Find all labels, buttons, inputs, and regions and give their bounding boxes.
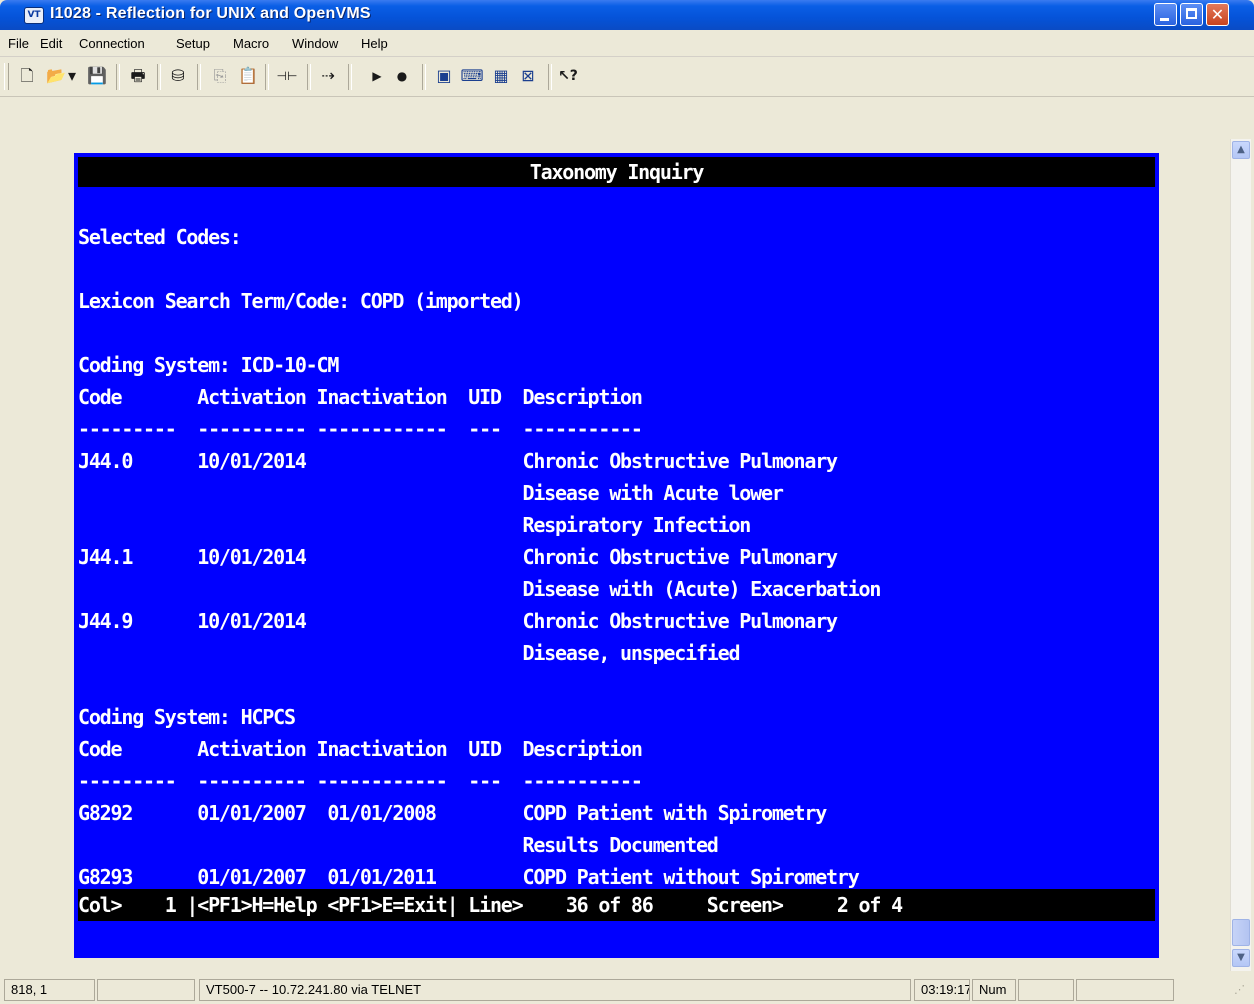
connect-plug-icon[interactable]: ⊣⊢: [275, 65, 299, 87]
terminal-line: --------- ---------- ------------ --- --…: [78, 769, 643, 793]
status-bar: 818, 1 VT500-7 -- 10.72.241.80 via TELNE…: [0, 973, 1254, 1004]
terminal-line: Disease with (Acute) Exacerbation: [78, 577, 881, 601]
terminal-screen[interactable]: Taxonomy Inquiry Selected Codes: Lexicon…: [74, 153, 1159, 958]
find-binoculars-icon[interactable]: ⛁: [166, 65, 190, 87]
terminal-line: Disease with Acute lower: [78, 481, 783, 505]
menu-connection[interactable]: Connection: [79, 36, 145, 51]
terminal-line: J44.0 10/01/2014 Chronic Obstructive Pul…: [78, 449, 838, 473]
app-vt-icon[interactable]: VT: [24, 7, 44, 24]
toolbar-separator: [157, 64, 161, 90]
menu-bar: File Edit Connection Setup Macro Window …: [0, 30, 1254, 57]
paste-icon[interactable]: 📋: [236, 65, 260, 87]
window-layout-icon[interactable]: ⊠: [516, 65, 540, 87]
terminal-line: Respiratory Infection: [78, 513, 751, 537]
terminal-line: J44.1 10/01/2014 Chronic Obstructive Pul…: [78, 545, 838, 569]
num-lock-indicator: Num: [972, 979, 1016, 1001]
scroll-thumb[interactable]: [1232, 919, 1250, 946]
mouse-map-icon[interactable]: ▦: [489, 65, 513, 87]
copy-icon[interactable]: ⎘: [208, 65, 232, 87]
resize-grip-icon[interactable]: ⋰: [1234, 983, 1250, 999]
new-document-icon[interactable]: 🗋: [15, 65, 39, 87]
scroll-down-button[interactable]: ▼: [1232, 949, 1250, 967]
toolbar-separator: [348, 64, 352, 90]
terminal-line: G8292 01/01/2007 01/01/2008 COPD Patient…: [78, 801, 827, 825]
minimize-button[interactable]: [1154, 3, 1177, 26]
menu-edit[interactable]: Edit: [40, 36, 62, 51]
menu-macro[interactable]: Macro: [233, 36, 269, 51]
clock: 03:19:17: [914, 979, 970, 1001]
menu-help[interactable]: Help: [361, 36, 388, 51]
dropdown-arrow-icon[interactable]: ▾: [65, 65, 79, 87]
play-macro-icon[interactable]: ▶: [365, 65, 389, 87]
record-macro-icon[interactable]: ●: [390, 65, 414, 87]
vertical-scrollbar[interactable]: ▲ ▼: [1230, 139, 1251, 971]
session-settings-icon[interactable]: ⇢: [316, 65, 340, 87]
close-icon: ✕: [1210, 5, 1225, 24]
close-button[interactable]: ✕: [1206, 3, 1229, 26]
menu-file[interactable]: File: [8, 36, 29, 51]
window-title: I1028 - Reflection for UNIX and OpenVMS: [50, 5, 371, 22]
print-icon[interactable]: 🖶: [126, 65, 150, 87]
terminal-line: Selected Codes:: [78, 225, 242, 249]
connection-status: VT500-7 -- 10.72.241.80 via TELNET: [199, 979, 911, 1001]
toolbar-separator: [548, 64, 552, 90]
title-bar[interactable]: VT I1028 - Reflection for UNIX and OpenV…: [0, 0, 1254, 30]
terminal-status-line-bar: Col> 1 |<PF1>H=Help <PF1>E=Exit| Line> 3…: [78, 889, 1155, 921]
scroll-up-button[interactable]: ▲: [1232, 141, 1250, 159]
terminal-line: Coding System: HCPCS: [78, 705, 296, 729]
status-pane-empty: [1076, 979, 1174, 1001]
reflection-window: VT I1028 - Reflection for UNIX and OpenV…: [0, 0, 1254, 1004]
terminal-line: --------- ---------- ------------ --- --…: [78, 417, 643, 441]
terminal-line: Coding System: ICD-10-CM: [78, 353, 339, 377]
screen-title: Taxonomy Inquiry: [529, 160, 705, 184]
context-help-icon[interactable]: ↖?: [556, 65, 580, 87]
status-pane-empty: [1018, 979, 1074, 1001]
toolbar-separator: [422, 64, 426, 90]
terminal-line: Results Documented: [78, 833, 718, 857]
terminal-content: Taxonomy Inquiry Selected Codes: Lexicon…: [78, 157, 1155, 954]
menu-window[interactable]: Window: [292, 36, 338, 51]
minimize-icon: [1160, 18, 1169, 21]
toolbar-separator: [265, 64, 269, 90]
status-pane-empty: [97, 979, 195, 1001]
menu-setup[interactable]: Setup: [176, 36, 210, 51]
maximize-icon: [1186, 8, 1197, 19]
toolbar: 🗋 📂 ▾ 💾 🖶 ⛁ ⎘ 📋 ⊣⊢ ⇢ ▶ ● ▣ ⌨ ▦ ⊠ ↖?: [0, 57, 1254, 97]
maximize-button[interactable]: [1180, 3, 1203, 26]
terminal-line: Disease, unspecified: [78, 641, 740, 665]
client-area: Taxonomy Inquiry Selected Codes: Lexicon…: [0, 97, 1254, 966]
terminal-line: Code Activation Inactivation UID Descrip…: [78, 737, 643, 761]
keyboard-map-icon[interactable]: ⌨: [460, 65, 484, 87]
terminal-line: J44.9 10/01/2014 Chronic Obstructive Pul…: [78, 609, 838, 633]
toolbar-separator: [307, 64, 311, 90]
terminal-line: Lexicon Search Term/Code: COPD (imported…: [78, 289, 524, 313]
toolbar-separator: [116, 64, 120, 90]
terminal-status-line: Col> 1 |<PF1>H=Help <PF1>E=Exit| Line> 3…: [78, 893, 903, 917]
cursor-position: 818, 1: [4, 979, 95, 1001]
display-setup-icon[interactable]: ▣: [432, 65, 456, 87]
terminal-line: Code Activation Inactivation UID Descrip…: [78, 385, 643, 409]
screen-header-bar: Taxonomy Inquiry: [78, 157, 1155, 187]
save-icon[interactable]: 💾: [85, 65, 109, 87]
toolbar-grip[interactable]: [4, 63, 9, 90]
toolbar-separator: [197, 64, 201, 90]
